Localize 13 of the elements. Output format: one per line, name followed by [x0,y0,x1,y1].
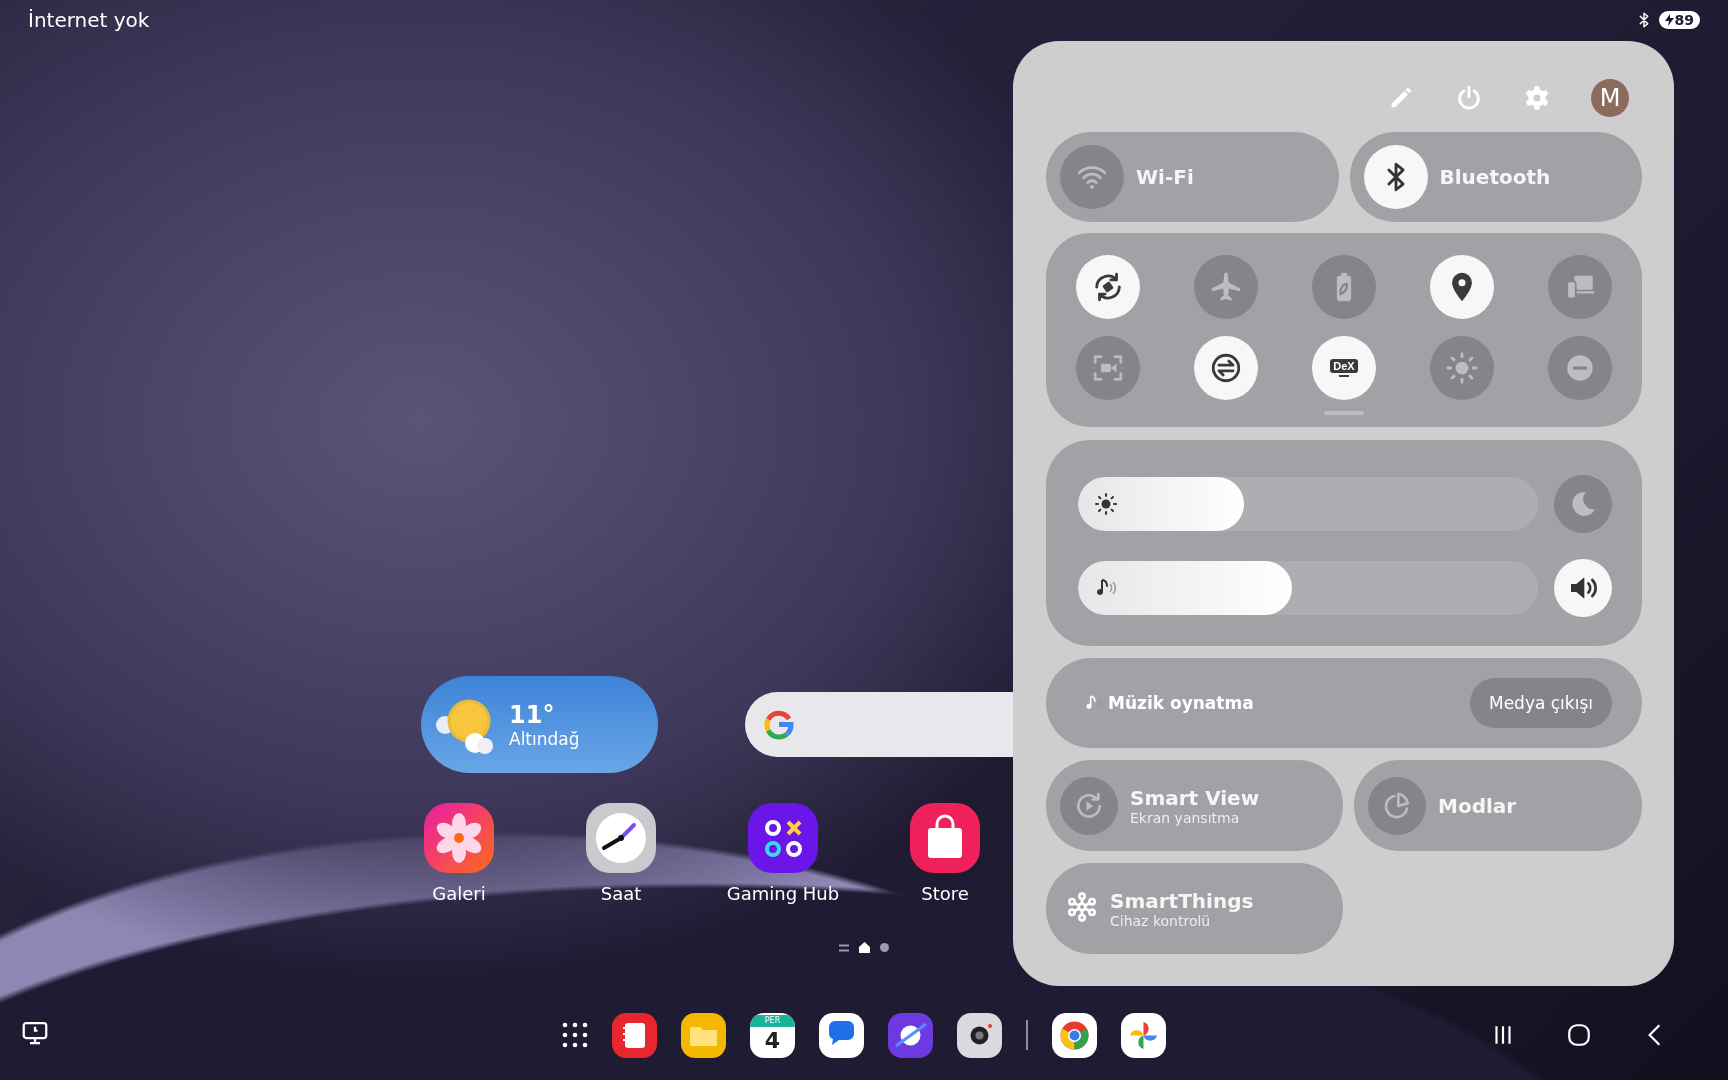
tile-label: Bluetooth [1439,165,1551,189]
tile-label: Smart View [1130,785,1260,810]
dex-label: DeX [1330,359,1358,373]
tile-label: Wi-Fi [1136,165,1194,189]
status-text: İnternet yok [28,8,150,32]
tile-label: SmartThings [1110,888,1254,913]
location-label: Altındağ [509,728,580,749]
tile-sublabel: Ekran yansıtma [1130,809,1241,826]
tile-label: Modlar [1438,793,1517,818]
battery-level: 89 [1658,11,1700,29]
tile-sublabel: Cihaz kontrolü [1110,912,1212,929]
media-title: Müzik oynatma [1108,693,1254,713]
temperature: 11° [509,700,556,729]
